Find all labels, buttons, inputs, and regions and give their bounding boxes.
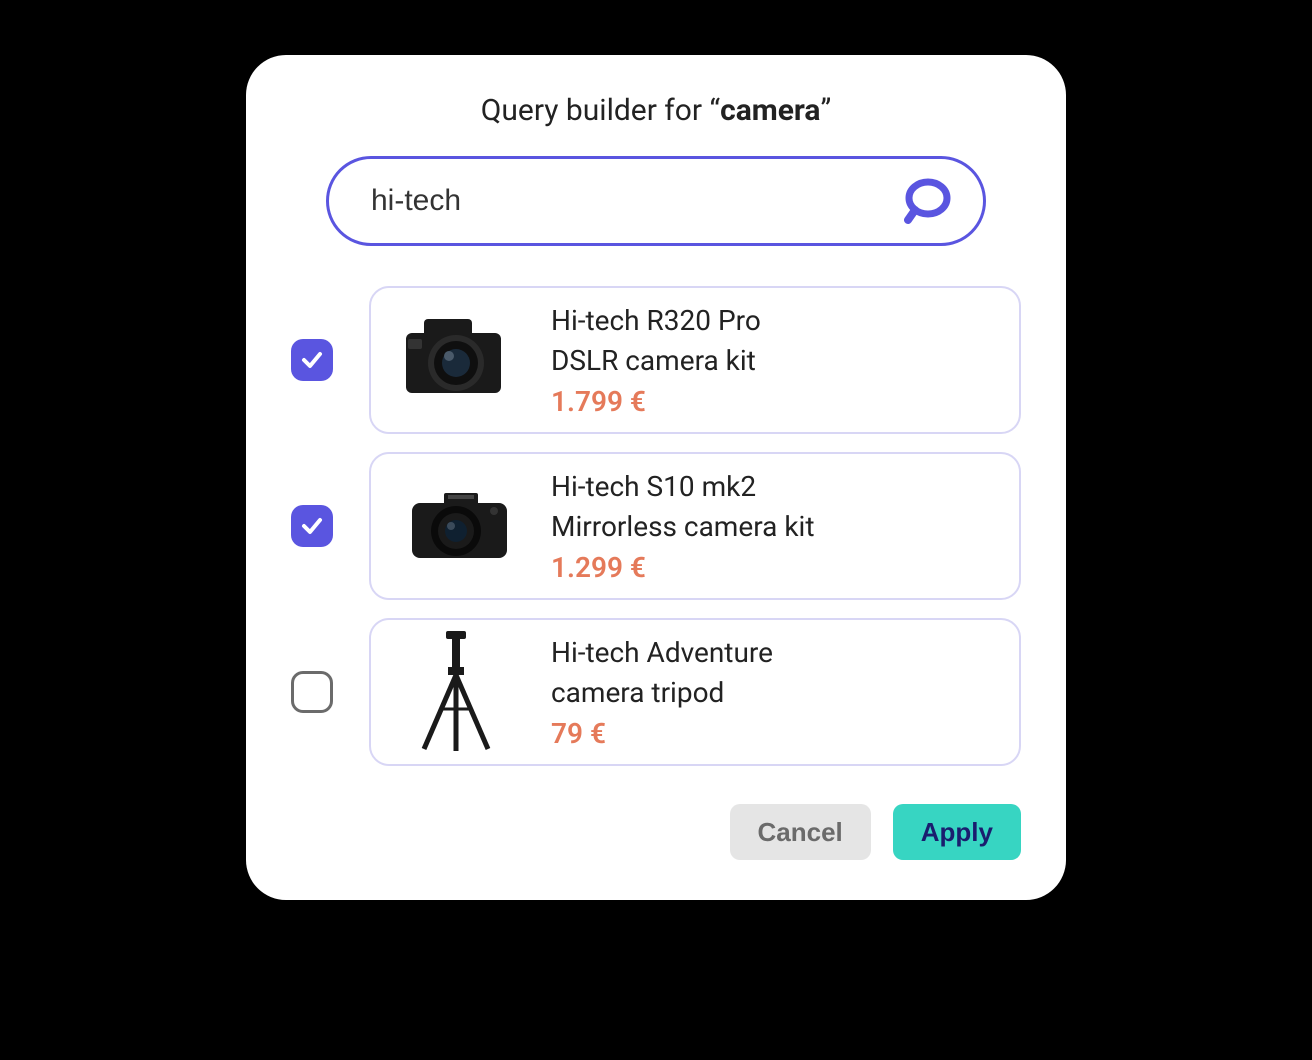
modal-actions: Cancel Apply — [291, 804, 1021, 860]
product-name-line1: Hi-tech R320 Pro — [551, 302, 761, 340]
tripod-icon — [406, 627, 506, 757]
result-checkbox[interactable] — [291, 505, 333, 547]
query-term: camera — [720, 93, 820, 128]
product-thumb — [391, 632, 521, 752]
result-card[interactable]: Hi-tech Adventure camera tripod 79 € — [369, 618, 1021, 766]
product-price: 1.799 € — [551, 385, 761, 418]
product-name-line1: Hi-tech S10 mk2 — [551, 468, 814, 506]
product-name-line1: Hi-tech Adventure — [551, 634, 773, 672]
result-checkbox[interactable] — [291, 339, 333, 381]
apply-button[interactable]: Apply — [893, 804, 1021, 860]
results-list: Hi-tech R320 Pro DSLR camera kit 1.799 € — [291, 286, 1021, 766]
check-icon — [300, 514, 324, 538]
result-row: Hi-tech R320 Pro DSLR camera kit 1.799 € — [291, 286, 1021, 434]
product-info: Hi-tech S10 mk2 Mirrorless camera kit 1.… — [551, 468, 814, 585]
title-prefix: Query builder for “ — [481, 93, 720, 128]
product-name-line2: camera tripod — [551, 674, 773, 712]
product-name-line2: DSLR camera kit — [551, 342, 761, 380]
product-price: 79 € — [551, 717, 773, 750]
result-checkbox[interactable] — [291, 671, 333, 713]
product-info: Hi-tech R320 Pro DSLR camera kit 1.799 € — [551, 302, 761, 419]
search-icon — [903, 176, 953, 226]
product-price: 1.299 € — [551, 551, 814, 584]
product-name-line2: Mirrorless camera kit — [551, 508, 814, 546]
search-field-wrap — [326, 156, 986, 246]
result-row: Hi-tech Adventure camera tripod 79 € — [291, 618, 1021, 766]
check-icon — [300, 348, 324, 372]
result-card[interactable]: Hi-tech S10 mk2 Mirrorless camera kit 1.… — [369, 452, 1021, 600]
product-thumb — [391, 466, 521, 586]
result-row: Hi-tech S10 mk2 Mirrorless camera kit 1.… — [291, 452, 1021, 600]
cancel-button[interactable]: Cancel — [730, 804, 871, 860]
search-button[interactable] — [903, 176, 953, 226]
result-card[interactable]: Hi-tech R320 Pro DSLR camera kit 1.799 € — [369, 286, 1021, 434]
query-builder-modal: Query builder for “camera” — [246, 55, 1066, 900]
modal-title: Query builder for “camera” — [291, 93, 1021, 128]
product-thumb — [391, 300, 521, 420]
search-input[interactable] — [371, 184, 903, 218]
dslr-camera-icon — [396, 313, 516, 408]
mirrorless-camera-icon — [396, 481, 516, 571]
title-suffix: ” — [821, 93, 832, 128]
product-info: Hi-tech Adventure camera tripod 79 € — [551, 634, 773, 751]
